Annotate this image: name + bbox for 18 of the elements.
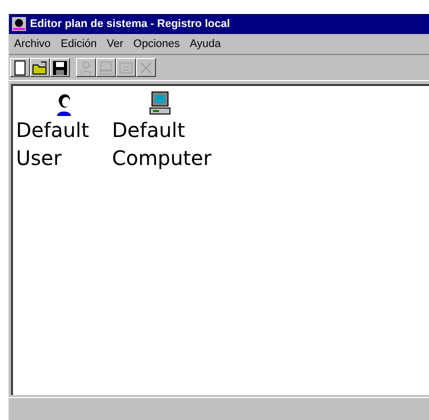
person-icon xyxy=(78,60,94,76)
menu-item[interactable]: Ver xyxy=(104,38,126,50)
menu-item[interactable]: Archivo xyxy=(11,38,54,50)
list-icon xyxy=(118,60,134,76)
new-file-icon xyxy=(12,60,28,76)
folder-icon xyxy=(32,60,48,76)
toolbar-button[interactable] xyxy=(10,58,30,77)
item-label[interactable]: Default User xyxy=(16,116,112,172)
menu-item[interactable]: Edición xyxy=(58,38,100,50)
toolbar-button[interactable] xyxy=(30,58,50,77)
toolbar-button[interactable] xyxy=(50,58,70,77)
computer-icon[interactable] xyxy=(149,90,171,116)
close-icon xyxy=(138,60,154,76)
window-title: Editor plan de sistema - Registro local xyxy=(30,18,230,30)
computer-icon xyxy=(98,60,114,76)
app-icon xyxy=(12,17,26,31)
menu-item[interactable]: Opciones xyxy=(130,38,183,50)
menu-item[interactable]: Ayuda xyxy=(186,38,224,50)
